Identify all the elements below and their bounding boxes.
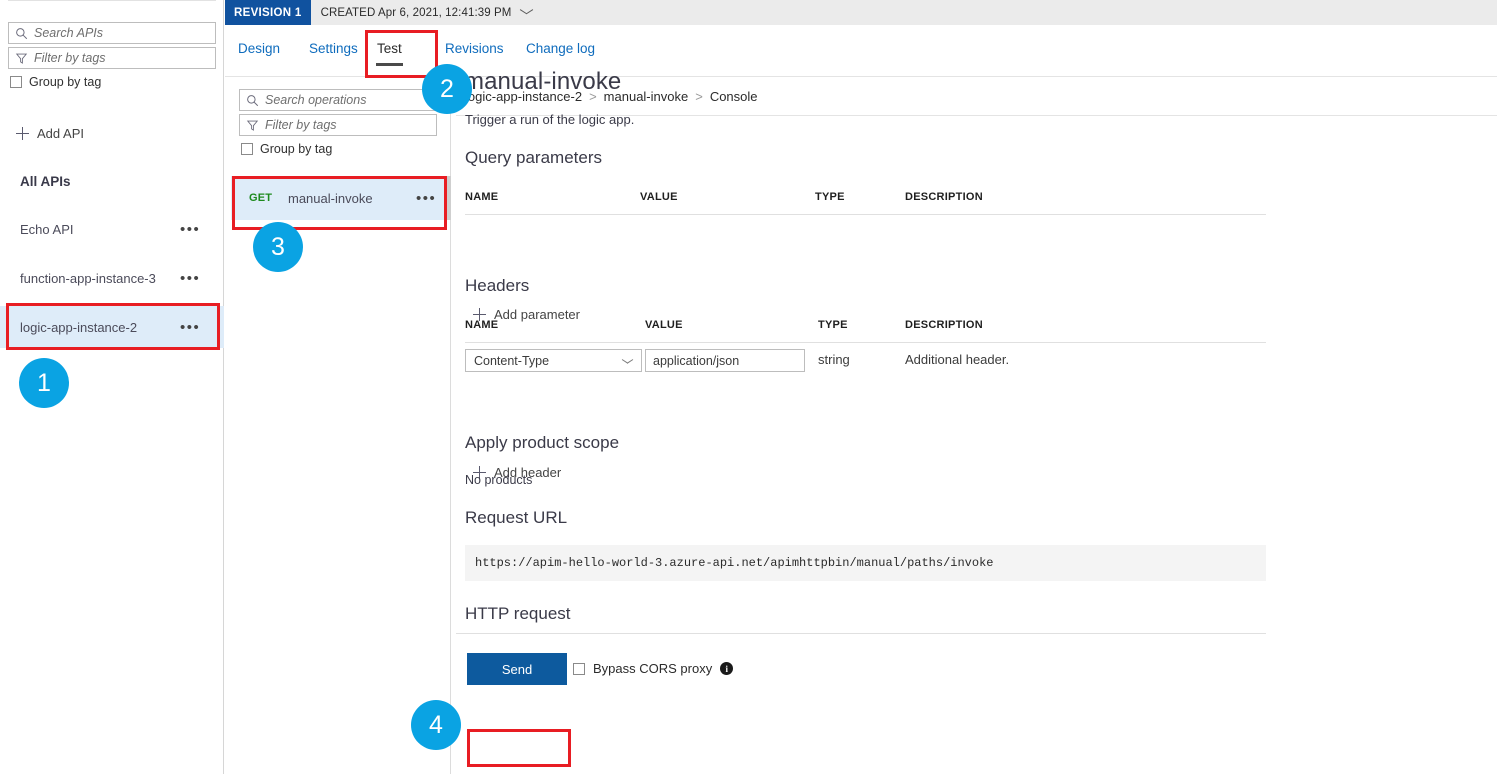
send-button[interactable]: Send <box>467 653 567 685</box>
breadcrumb-separator: > <box>695 89 703 104</box>
more-options-icon[interactable]: ••• <box>180 271 200 286</box>
request-url-heading: Request URL <box>465 508 567 528</box>
sidebar-top-divider <box>8 0 216 1</box>
sidebar-item-echo-api[interactable]: Echo API ••• <box>0 208 224 250</box>
search-apis-input[interactable]: Search APIs <box>8 22 216 44</box>
column-header-name: NAME <box>465 191 498 203</box>
search-icon <box>15 27 28 40</box>
callout-1: 1 <box>19 358 69 408</box>
sidebar-item-logic-app-instance-2[interactable]: logic-app-instance-2 ••• <box>0 306 224 348</box>
column-header-name: NAME <box>465 319 498 331</box>
revision-bar: REVISION 1 CREATED Apr 6, 2021, 12:41:39… <box>225 0 1497 25</box>
callout-2: 2 <box>422 64 472 114</box>
column-header-value: VALUE <box>640 191 678 203</box>
operations-panel: Search operations Filter by tags Group b… <box>225 78 451 774</box>
checkbox-box[interactable] <box>241 143 253 155</box>
group-by-tag-apis-checkbox[interactable]: Group by tag <box>10 75 101 89</box>
header-name-select[interactable]: Content-Type <box>465 349 642 372</box>
column-header-value: VALUE <box>645 319 683 331</box>
tab-design[interactable]: Design <box>238 41 280 56</box>
http-request-divider <box>456 633 1266 634</box>
header-type-label: string <box>818 352 850 367</box>
headers-table-header: NAME VALUE TYPE DESCRIPTION <box>465 319 1266 343</box>
query-parameters-heading: Query parameters <box>465 148 602 168</box>
send-button-label: Send <box>502 662 532 677</box>
tab-test[interactable]: Test <box>377 41 402 56</box>
tabstrip: Design Settings Test Revisions Change lo… <box>225 25 1497 77</box>
search-icon <box>246 94 259 107</box>
operation-item-manual-invoke[interactable]: GET manual-invoke ••• <box>231 176 447 220</box>
filter-tags-operations-placeholder: Filter by tags <box>265 118 337 132</box>
filter-tags-apis-input[interactable]: Filter by tags <box>8 47 216 69</box>
tab-test-label: Test <box>377 41 402 56</box>
tab-design-label: Design <box>238 41 280 56</box>
more-options-icon[interactable]: ••• <box>416 191 436 206</box>
chevron-down-icon[interactable] <box>520 9 533 17</box>
header-description-label: Additional header. <box>905 352 1009 367</box>
header-value-input[interactable]: application/json <box>645 349 805 372</box>
tab-change-log[interactable]: Change log <box>526 41 595 56</box>
api-name-label: logic-app-instance-2 <box>20 320 137 335</box>
column-header-type: TYPE <box>815 191 845 203</box>
column-header-description: DESCRIPTION <box>905 191 983 203</box>
search-apis-placeholder: Search APIs <box>34 26 103 40</box>
bypass-cors-proxy-checkbox[interactable]: Bypass CORS proxy i <box>573 661 733 676</box>
sidebar-item-function-app-instance-3[interactable]: function-app-instance-3 ••• <box>0 257 224 299</box>
filter-icon <box>15 52 28 65</box>
tab-revisions[interactable]: Revisions <box>445 41 504 56</box>
add-api-button[interactable]: Add API <box>16 126 84 141</box>
query-parameters-table-header: NAME VALUE TYPE DESCRIPTION <box>465 191 1266 215</box>
more-options-icon[interactable]: ••• <box>180 222 200 237</box>
plus-icon <box>16 127 29 140</box>
operation-name-label: manual-invoke <box>288 191 373 206</box>
group-by-tag-operations-label: Group by tag <box>260 142 332 156</box>
api-name-label: Echo API <box>20 222 73 237</box>
tab-active-underline <box>376 63 403 66</box>
bypass-cors-proxy-label: Bypass CORS proxy <box>593 661 712 676</box>
http-method-badge: GET <box>249 192 272 204</box>
chevron-down-icon[interactable] <box>622 359 633 366</box>
all-apis-heading: All APIs <box>20 174 71 189</box>
filter-tags-operations-input[interactable]: Filter by tags <box>239 114 437 136</box>
tab-settings-label: Settings <box>309 41 358 56</box>
http-request-heading: HTTP request <box>465 604 571 624</box>
main-pane: REVISION 1 CREATED Apr 6, 2021, 12:41:39… <box>225 0 1497 774</box>
header-name-value: Content-Type <box>474 354 549 368</box>
column-header-type: TYPE <box>818 319 848 331</box>
breadcrumb-page: Console <box>710 89 758 104</box>
info-icon[interactable]: i <box>720 662 733 675</box>
table-row: Content-Type application/json string Add… <box>465 349 1266 379</box>
checkbox-box[interactable] <box>573 663 585 675</box>
callout-4: 4 <box>411 700 461 750</box>
operations-scrollbar[interactable] <box>447 176 451 220</box>
page-title: manual-invoke <box>464 68 621 96</box>
checkbox-box[interactable] <box>10 76 22 88</box>
group-by-tag-apis-label: Group by tag <box>29 75 101 89</box>
filter-icon <box>246 119 259 132</box>
request-url-box: https://apim-hello-world-3.azure-api.net… <box>465 545 1266 581</box>
revision-badge: REVISION 1 <box>225 0 311 25</box>
product-scope-value: No products <box>465 473 532 487</box>
callout-3: 3 <box>253 222 303 272</box>
add-api-label: Add API <box>37 126 84 141</box>
product-scope-heading: Apply product scope <box>465 433 619 453</box>
group-by-tag-operations-checkbox[interactable]: Group by tag <box>241 142 332 156</box>
request-url-text: https://apim-hello-world-3.azure-api.net… <box>475 556 993 570</box>
search-operations-input[interactable]: Search operations <box>239 89 437 111</box>
search-operations-placeholder: Search operations <box>265 93 366 107</box>
tab-change-log-label: Change log <box>526 41 595 56</box>
app-root: Search APIs Filter by tags Group by tag … <box>0 0 1497 774</box>
page-description: Trigger a run of the logic app. <box>465 112 634 127</box>
filter-tags-apis-placeholder: Filter by tags <box>34 51 106 65</box>
tab-settings[interactable]: Settings <box>309 41 358 56</box>
api-name-label: function-app-instance-3 <box>20 271 156 286</box>
headers-heading: Headers <box>465 276 529 296</box>
header-value-text: application/json <box>653 354 739 368</box>
column-header-description: DESCRIPTION <box>905 319 983 331</box>
more-options-icon[interactable]: ••• <box>180 320 200 335</box>
tab-revisions-label: Revisions <box>445 41 504 56</box>
revision-created-text: CREATED Apr 6, 2021, 12:41:39 PM <box>321 7 512 19</box>
